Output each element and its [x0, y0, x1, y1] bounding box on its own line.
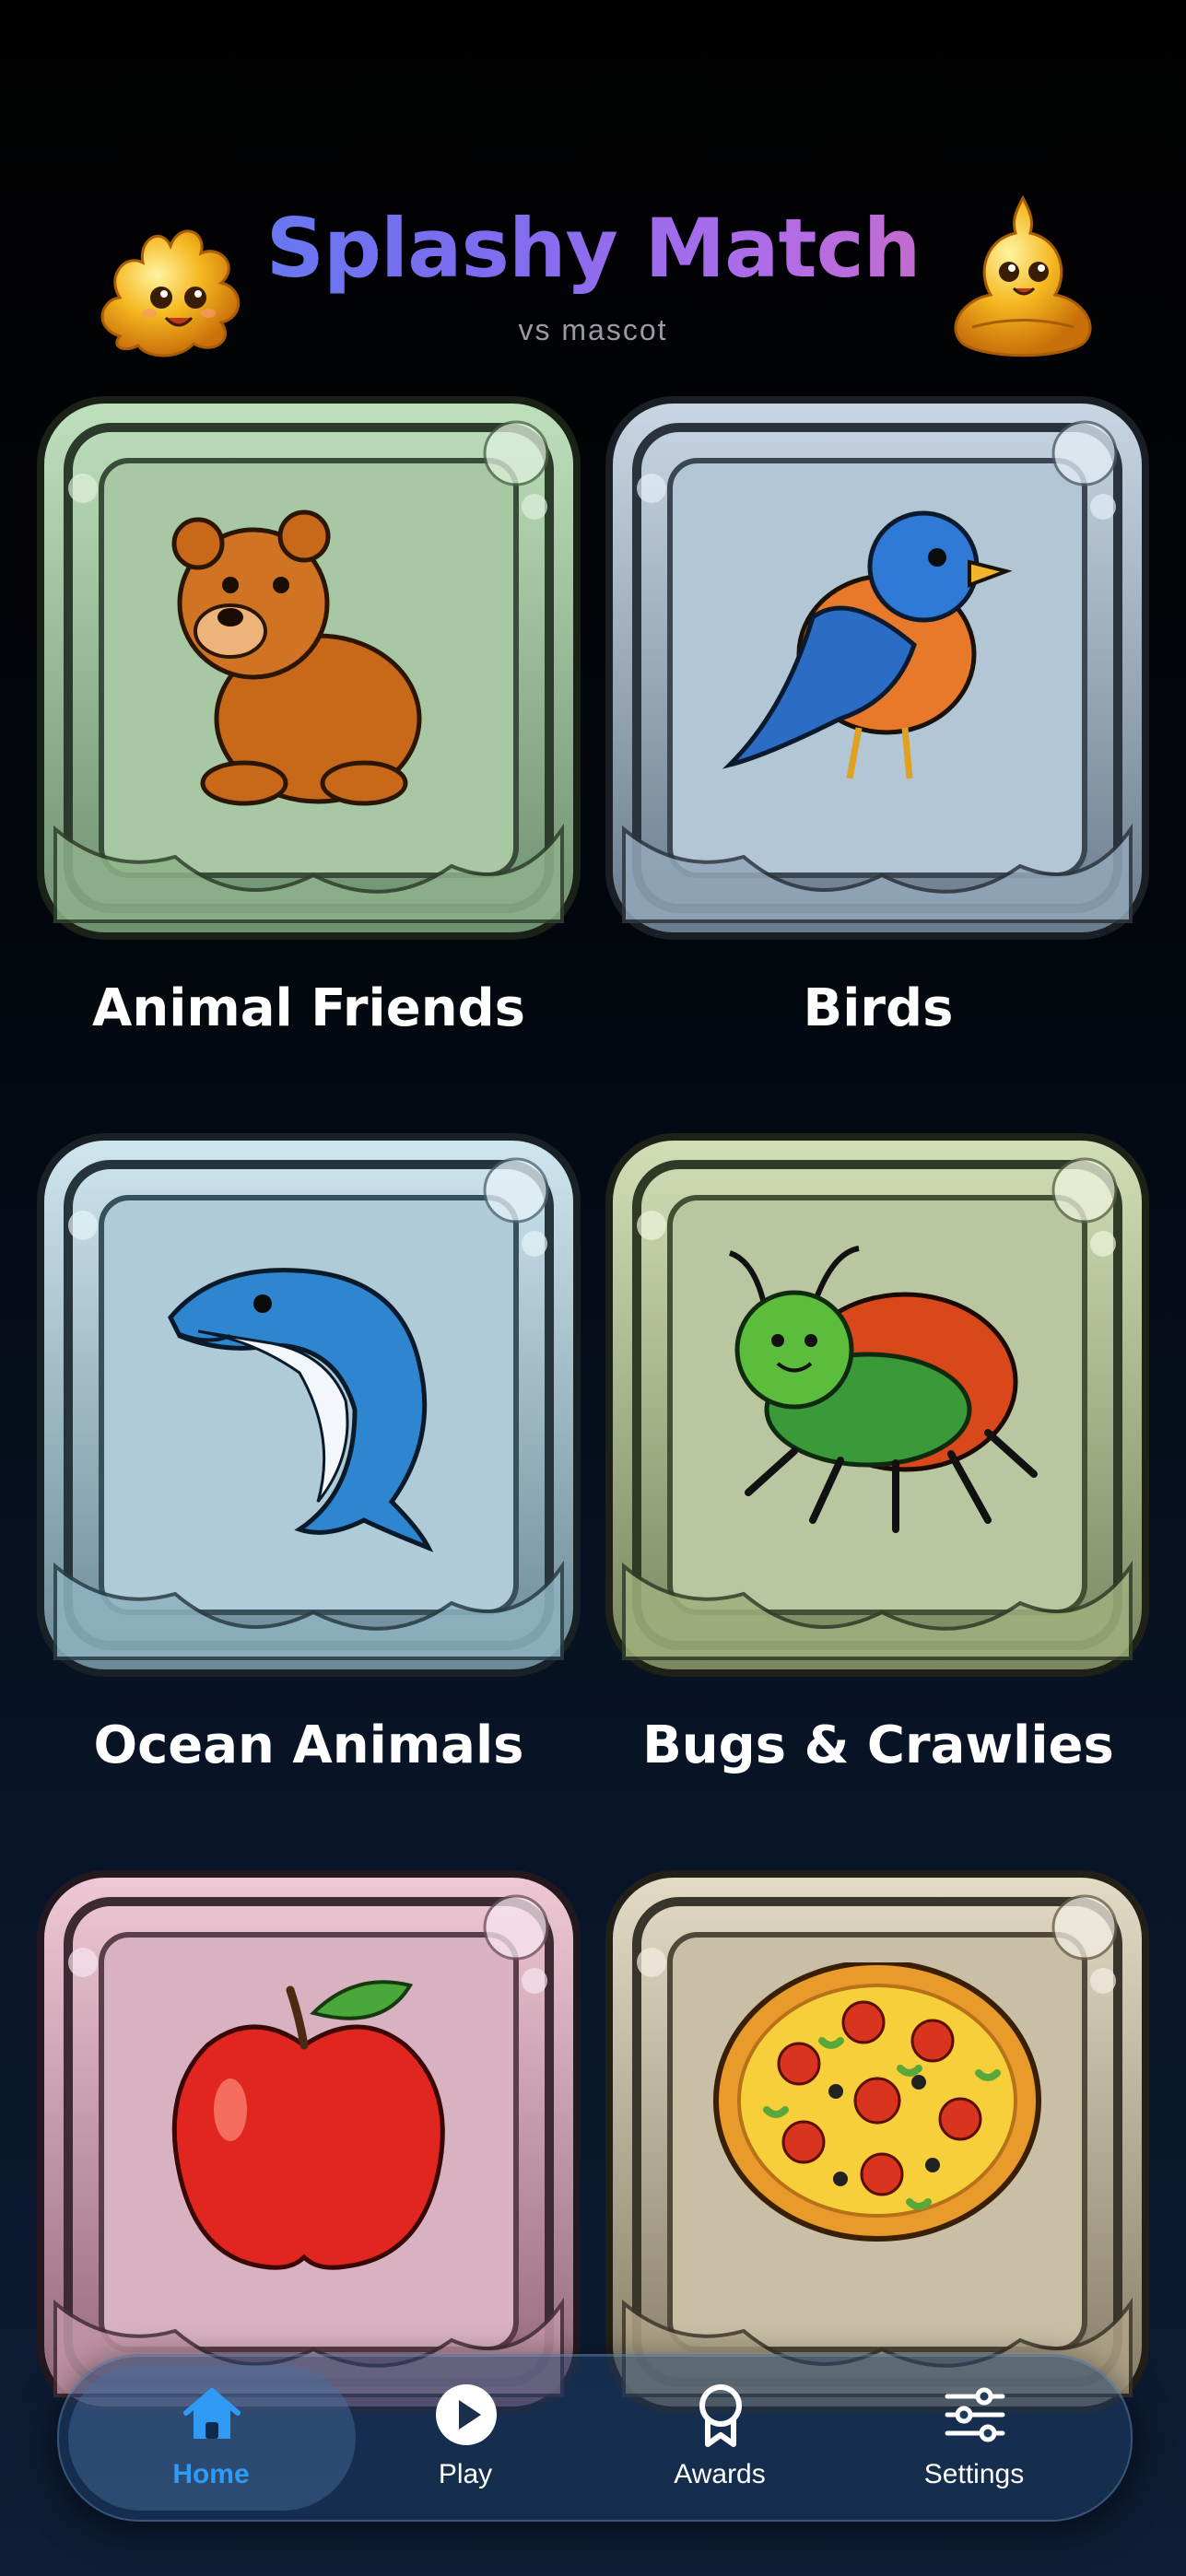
sliders-icon: [945, 2387, 1005, 2442]
tab-label: Awards: [674, 2459, 766, 2489]
category-card-bugs-crawlies[interactable]: [605, 1133, 1149, 1677]
tab-home[interactable]: Home: [91, 2356, 331, 2520]
pizza-icon: [713, 1962, 1041, 2242]
category-label: Animal Friends: [92, 978, 525, 1038]
category-label: Bugs & Crawlies: [642, 1715, 1114, 1775]
play-icon: [436, 2384, 497, 2445]
category-card-ocean-animals[interactable]: [37, 1133, 581, 1677]
bear-icon: [171, 509, 422, 806]
apple-icon: [171, 1980, 445, 2270]
dolphin-icon: [168, 1268, 434, 1552]
category-card-food-snacks[interactable]: [605, 1870, 1149, 2414]
category-card-fruits[interactable]: [37, 1870, 581, 2414]
category-card-animal-friends[interactable]: [37, 396, 581, 940]
category-label: Ocean Animals: [93, 1715, 524, 1775]
tab-label: Settings: [923, 2459, 1025, 2489]
tab-label: Play: [438, 2459, 493, 2489]
award-icon: [699, 2384, 742, 2447]
bug-icon: [728, 1246, 1038, 1533]
tab-play[interactable]: Play: [346, 2356, 585, 2520]
category-card-birds[interactable]: [605, 396, 1149, 940]
tab-awards[interactable]: Awards: [600, 2356, 840, 2520]
tab-label: Home: [172, 2459, 250, 2489]
home-icon: [183, 2388, 241, 2439]
tab-settings[interactable]: Settings: [854, 2356, 1094, 2520]
header: Splashy Match vs mascot: [0, 0, 1186, 387]
category-label: Birds: [803, 978, 954, 1038]
splash-mascot-right-icon: [931, 189, 1115, 373]
bottom-tab-bar: Home Play Awards Settings: [57, 2354, 1133, 2522]
bird-icon: [722, 510, 1013, 779]
